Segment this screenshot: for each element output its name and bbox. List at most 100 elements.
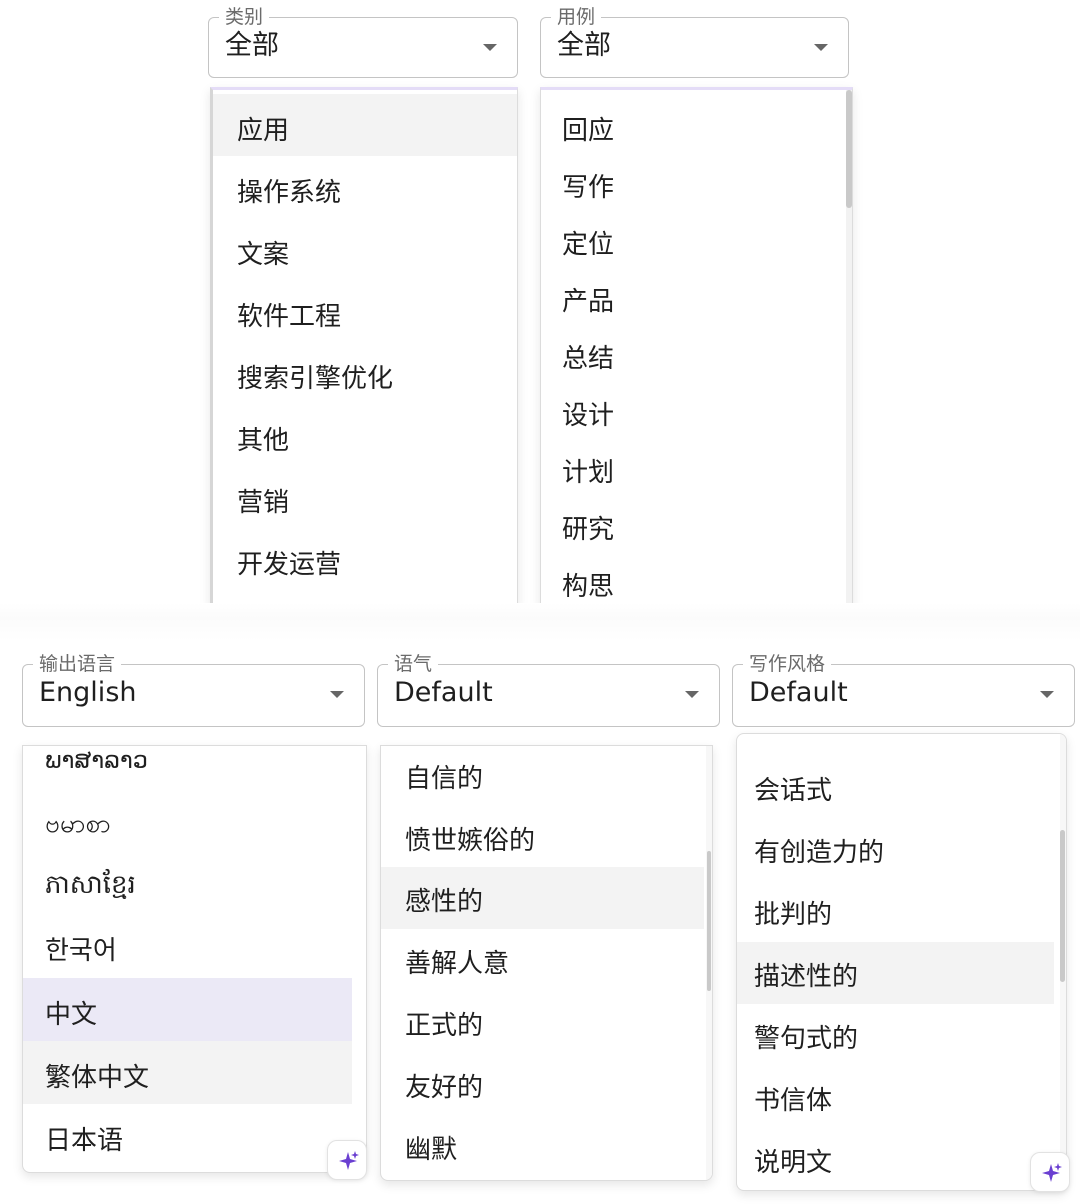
language-option[interactable]: ဗမာစာ xyxy=(23,790,366,852)
option-label: 计划 xyxy=(562,458,615,488)
option-label: 友好的 xyxy=(405,1073,484,1103)
option-label: 愤世嫉俗的 xyxy=(405,826,536,856)
writing-style-select[interactable]: 写作风格 Default xyxy=(732,653,1075,727)
usecase-option[interactable]: 定位 xyxy=(541,212,852,269)
category-option[interactable]: 文案 xyxy=(213,218,517,280)
option-label: ဗမာစာ xyxy=(45,809,111,839)
scrollbar-thumb[interactable] xyxy=(1060,830,1065,982)
tone-option[interactable]: 自信的 xyxy=(381,746,712,806)
style-option[interactable]: 警句式的 xyxy=(737,1004,1066,1066)
tone-option[interactable]: 善解人意 xyxy=(381,929,712,991)
option-label: 其他 xyxy=(237,426,290,456)
caret-down-icon xyxy=(483,44,497,51)
option-label: 有创造力的 xyxy=(754,838,885,868)
language-option[interactable]: 한국어 xyxy=(23,914,366,976)
category-option[interactable]: 操作系统 xyxy=(213,156,517,218)
sparkle-button[interactable] xyxy=(327,1140,367,1180)
category-option[interactable]: 搜索引擎优化 xyxy=(213,342,517,404)
option-label: 操作系统 xyxy=(237,178,342,208)
usecase-option[interactable]: 回应 xyxy=(541,98,852,155)
option-label: 总结 xyxy=(562,344,615,374)
category-option[interactable]: 营销 xyxy=(213,466,517,528)
tone-option[interactable]: 友好的 xyxy=(381,1053,712,1115)
usecase-select[interactable]: 用例 全部 xyxy=(540,6,849,78)
option-label: 设计 xyxy=(562,401,615,431)
category-select[interactable]: 类别 全部 xyxy=(208,6,518,78)
sparkle-icon xyxy=(339,1151,359,1170)
usecase-option[interactable]: 产品 xyxy=(541,269,852,326)
scrollbar-thumb[interactable] xyxy=(846,90,852,208)
usecase-option[interactable]: 总结 xyxy=(541,326,852,383)
usecase-dropdown-list[interactable]: 回应 写作 定位 产品 总结 设计 计划 研究 构思 xyxy=(540,87,853,607)
option-label: 研究 xyxy=(562,515,615,545)
tone-select-value: Default xyxy=(394,677,493,708)
option-label: 感性的 xyxy=(405,887,484,917)
tone-option[interactable]: 感性的 xyxy=(381,867,704,929)
sparkle-icon xyxy=(1042,1163,1062,1182)
tone-select[interactable]: 语气 Default xyxy=(377,653,720,727)
option-label: 善解人意 xyxy=(405,949,510,979)
option-label: 描述性的 xyxy=(754,962,859,992)
language-option[interactable]: 日本语 xyxy=(23,1104,366,1166)
category-option[interactable]: 应用 xyxy=(213,94,517,156)
category-option[interactable]: 其他 xyxy=(213,404,517,466)
scrollbar-thumb[interactable] xyxy=(707,851,711,991)
option-label: 书信体 xyxy=(754,1086,833,1116)
language-option[interactable]: ភាសាខ្មែរ xyxy=(23,852,366,914)
output-language-value: English xyxy=(39,677,137,708)
option-label: 文案 xyxy=(237,240,290,270)
option-label: 批判的 xyxy=(754,900,833,930)
language-option[interactable]: ພາສາລາວ xyxy=(23,746,366,788)
caret-down-icon xyxy=(685,691,699,698)
option-label: 会话式 xyxy=(754,776,833,806)
option-label: 自信的 xyxy=(405,764,484,794)
caret-down-icon xyxy=(814,44,828,51)
option-label: 软件工程 xyxy=(237,302,342,332)
usecase-option[interactable]: 计划 xyxy=(541,440,852,497)
option-label: 产品 xyxy=(562,287,615,317)
option-label: 定位 xyxy=(562,230,615,260)
output-language-select[interactable]: 输出语言 English xyxy=(22,653,365,727)
sparkle-button[interactable] xyxy=(1030,1152,1070,1192)
tone-option[interactable]: 幽默 xyxy=(381,1115,712,1177)
option-label: 한국어 xyxy=(45,936,117,966)
option-label: 应用 xyxy=(237,116,290,146)
option-label: ភាសាខ្មែរ xyxy=(45,870,136,900)
writing-style-label: 写作风格 xyxy=(743,653,832,675)
tone-dropdown-list[interactable]: 自信的 愤世嫉俗的 感性的 善解人意 正式的 友好的 幽默 xyxy=(380,745,713,1181)
usecase-option[interactable]: 研究 xyxy=(541,497,852,554)
tone-option[interactable]: 正式的 xyxy=(381,991,712,1053)
tone-option[interactable]: 愤世嫉俗的 xyxy=(381,806,712,867)
scrollbar-track[interactable] xyxy=(846,90,852,606)
category-option[interactable]: 开发运营 xyxy=(213,528,517,590)
usecase-option[interactable]: 写作 xyxy=(541,155,852,212)
style-option[interactable]: 说明文 xyxy=(737,1128,1066,1190)
option-label: 构思 xyxy=(562,572,615,602)
option-label: ພາສາລາວ xyxy=(45,746,148,774)
option-label: 日本语 xyxy=(45,1126,124,1156)
usecase-option[interactable]: 构思 xyxy=(541,554,852,606)
usecase-option[interactable]: 设计 xyxy=(541,383,852,440)
scrollbar-track[interactable] xyxy=(706,746,712,1180)
language-option[interactable]: 繁体中文 xyxy=(23,1041,352,1104)
language-option[interactable]: 中文 xyxy=(23,978,352,1041)
category-option[interactable]: 软件工程 xyxy=(213,280,517,342)
category-dropdown-list[interactable]: 应用 操作系统 文案 软件工程 搜索引擎优化 其他 营销 开发运营 xyxy=(210,87,518,607)
caret-down-icon xyxy=(330,691,344,698)
option-label: 营销 xyxy=(237,488,290,518)
usecase-select-label: 用例 xyxy=(551,6,602,28)
option-label: 警句式的 xyxy=(754,1024,859,1054)
style-option[interactable]: 会话式 xyxy=(737,756,1066,818)
option-label: 说明文 xyxy=(754,1148,833,1178)
style-option[interactable]: 描述性的 xyxy=(737,942,1054,1004)
output-language-label: 输出语言 xyxy=(33,653,122,675)
option-label: 繁体中文 xyxy=(45,1063,150,1093)
section-divider xyxy=(0,603,1080,641)
style-option[interactable]: 书信体 xyxy=(737,1066,1066,1128)
option-label: 回应 xyxy=(562,116,615,146)
language-dropdown-list[interactable]: ພາສາລາວ ဗမာစာ ភាសាខ្មែរ 한국어 中文 繁体中文 日本语 xyxy=(22,745,367,1173)
writing-style-dropdown-list[interactable]: 会话式 有创造力的 批判的 描述性的 警句式的 书信体 说明文 xyxy=(736,733,1067,1191)
style-option[interactable]: 批判的 xyxy=(737,880,1066,942)
scrollbar-track[interactable] xyxy=(1060,734,1066,1190)
style-option[interactable]: 有创造力的 xyxy=(737,818,1066,880)
